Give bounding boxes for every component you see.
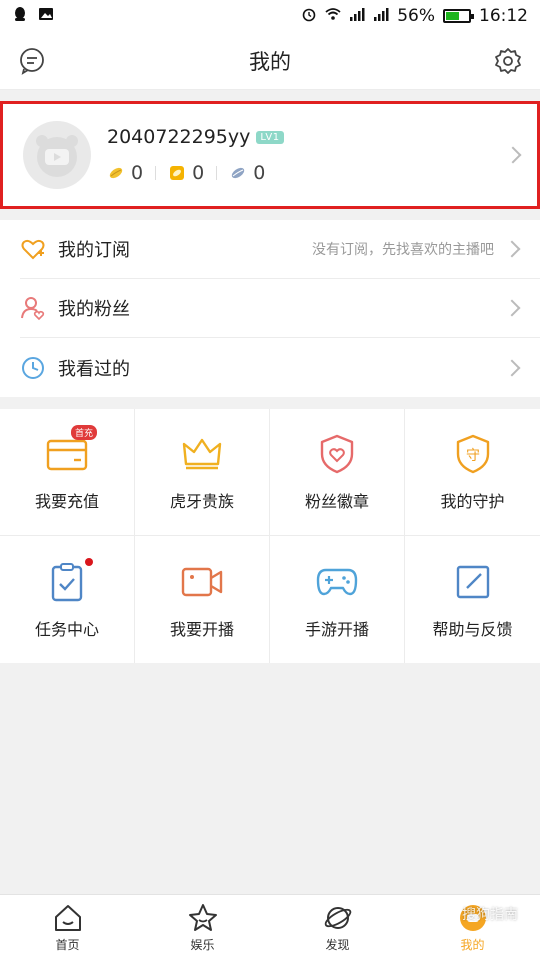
gold-bean-stat[interactable]: 0: [107, 162, 143, 184]
qq-icon: [12, 6, 28, 27]
coin-value: 0: [192, 162, 205, 184]
clock-time: 16:12: [479, 6, 528, 26]
nav-discover[interactable]: 发现: [270, 895, 405, 960]
gold-bean-value: 0: [131, 162, 144, 184]
chevron-right-icon: [503, 240, 521, 258]
nav-label: 首页: [55, 938, 80, 952]
divider: [216, 166, 218, 180]
silver-bean-stat[interactable]: 0: [229, 162, 265, 184]
signal-icon: [349, 6, 365, 27]
grid-item-label: 我的守护: [440, 492, 505, 511]
list-item-history[interactable]: 我看过的: [20, 338, 540, 397]
clipboard-check-icon: [45, 557, 93, 604]
gamepad-icon: [315, 560, 359, 604]
status-bar: 56% 16:12: [0, 0, 540, 32]
video-camera-icon: [180, 560, 224, 604]
watermark: 搜狗指南: [462, 907, 518, 923]
recharge-badge: 首充: [70, 425, 97, 440]
grid-item-nobility[interactable]: 虎牙贵族: [135, 409, 270, 536]
grid-item-help-feedback[interactable]: 帮助与反馈: [405, 536, 540, 663]
battery-percent: 56%: [397, 6, 435, 26]
list-item-label: 我的粉丝: [58, 299, 130, 320]
list-item-label: 我的订阅: [58, 240, 130, 261]
battery-icon: [443, 9, 474, 23]
default-avatar-icon: [36, 135, 78, 177]
grid-item-fan-badge[interactable]: 粉丝徽章: [270, 409, 405, 536]
nav-label: 发现: [325, 938, 350, 952]
grid-item-task-center[interactable]: 任务中心: [0, 536, 135, 663]
list-item-subscriptions[interactable]: 我的订阅 没有订阅，先找喜欢的主播吧: [20, 220, 540, 279]
shield-heart-icon: [315, 432, 359, 476]
heart-plus-icon: [20, 236, 46, 262]
home-icon: [52, 902, 84, 934]
star-icon: [187, 902, 219, 934]
alarm-icon: [301, 6, 317, 27]
nav-home[interactable]: 首页: [0, 895, 135, 960]
page-title: 我的: [249, 49, 291, 74]
username: 2040722295yy: [107, 126, 251, 148]
grid-item-recharge[interactable]: 首充 我要充值: [0, 409, 135, 536]
image-icon: [38, 6, 54, 27]
list-item-label: 我看过的: [58, 358, 130, 380]
guard-glyph: 守: [466, 448, 480, 464]
chevron-right-icon: [504, 146, 522, 164]
feature-grid: 首充 我要充值 虎牙贵族 粉丝徽章 守 我的守护 任务中心 我要开播 手游开播 …: [0, 409, 540, 663]
list-item-hint: 没有订阅，先找喜欢的主播吧: [312, 242, 494, 258]
grid-item-label: 粉丝徽章: [304, 492, 369, 511]
menu-list: 我的订阅 没有订阅，先找喜欢的主播吧 我的粉丝 我看过的: [0, 220, 540, 397]
wallet-icon: 首充: [45, 425, 97, 476]
clock-icon: [20, 355, 46, 381]
nav-label: 我的: [460, 938, 485, 952]
chevron-right-icon: [503, 299, 521, 317]
coin-stat[interactable]: 0: [168, 162, 204, 184]
wifi-icon: [325, 6, 341, 27]
user-heart-icon: [20, 295, 46, 321]
shield-guard-icon: 守: [451, 432, 495, 476]
coin-icon: [170, 166, 185, 180]
battery-fill: [446, 12, 460, 20]
grid-item-label: 虎牙贵族: [169, 492, 234, 511]
silver-bean-icon: [232, 167, 245, 179]
gold-bean-icon: [109, 167, 123, 179]
crown-icon: [180, 432, 224, 476]
divider: [155, 166, 157, 180]
list-item-fans[interactable]: 我的粉丝: [20, 279, 540, 338]
top-bar: 我的: [0, 32, 540, 90]
grid-item-label: 帮助与反馈: [432, 619, 513, 639]
grid-item-start-live[interactable]: 我要开播: [135, 536, 270, 663]
edit-icon: [451, 560, 495, 604]
nav-entertainment[interactable]: 娱乐: [135, 895, 270, 960]
grid-item-label: 手游开播: [304, 619, 369, 639]
silver-bean-value: 0: [253, 162, 266, 184]
profile-card[interactable]: 2040722295yy LV1 0 0 0: [0, 101, 540, 209]
bottom-nav: 首页 娱乐 发现 我的: [0, 894, 540, 960]
grid-item-mobile-game-live[interactable]: 手游开播: [270, 536, 405, 663]
chevron-right-icon: [503, 359, 521, 376]
message-icon: [20, 48, 44, 75]
grid-item-guard[interactable]: 守 我的守护: [405, 409, 540, 536]
gear-icon: [495, 48, 521, 74]
settings-button[interactable]: [492, 45, 524, 77]
grid-item-label: 我要开播: [169, 619, 234, 639]
grid-item-label: 任务中心: [34, 619, 99, 639]
nav-label: 娱乐: [190, 938, 215, 952]
message-button[interactable]: [16, 45, 48, 77]
grid-item-label: 我要充值: [34, 492, 99, 511]
signal-icon: [373, 6, 389, 27]
notification-dot: [85, 557, 93, 566]
avatar[interactable]: [23, 121, 91, 189]
level-badge: LV1: [256, 130, 284, 144]
planet-icon: [322, 902, 354, 934]
